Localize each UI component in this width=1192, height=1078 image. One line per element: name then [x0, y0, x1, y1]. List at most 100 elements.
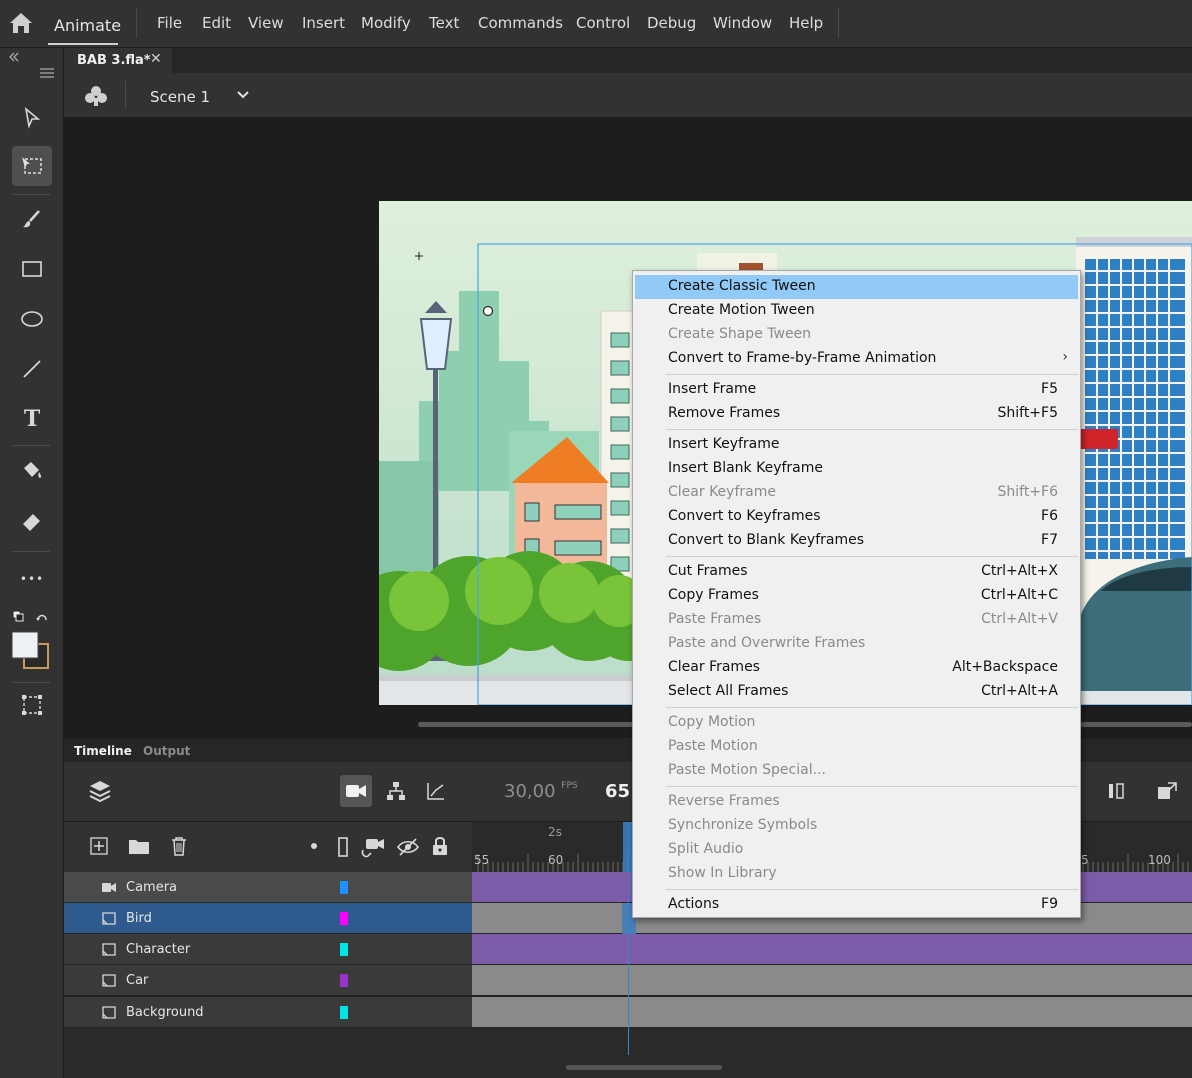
layer-row-bird[interactable]: Bird: [64, 903, 472, 934]
layer-row-character[interactable]: Character: [64, 934, 472, 965]
ruler-number: 100: [1148, 853, 1171, 867]
menu-text[interactable]: Text: [429, 14, 459, 32]
highlight-layers-icon[interactable]: [310, 842, 318, 850]
layer-color-swatch[interactable]: [340, 881, 348, 894]
menu-help[interactable]: Help: [789, 14, 823, 32]
layer-name[interactable]: Camera: [126, 880, 177, 895]
layer-color-swatch[interactable]: [340, 912, 348, 925]
tab-output[interactable]: Output: [143, 744, 190, 758]
menu-item-create-classic-tween[interactable]: Create Classic Tween: [635, 275, 1078, 299]
edit-symbol-icon[interactable]: [84, 84, 108, 108]
frame-span-car[interactable]: [472, 965, 1192, 996]
camera-layer-icon: [102, 883, 116, 892]
menu-debug[interactable]: Debug: [647, 14, 696, 32]
layer-row-background[interactable]: Background: [64, 997, 472, 1028]
menu-file[interactable]: File: [157, 14, 182, 32]
stage-horizontal-scrollbar-track[interactable]: [1080, 722, 1192, 727]
lock-layers-icon[interactable]: [431, 835, 449, 857]
line-tool[interactable]: [12, 349, 52, 389]
layer-color-swatch[interactable]: [340, 943, 348, 956]
close-tab-icon[interactable]: ✕: [150, 51, 162, 67]
timeline-options-icon[interactable]: [1106, 781, 1128, 801]
menu-item-label: Insert Keyframe: [668, 436, 780, 452]
menu-item-insert-keyframe[interactable]: Insert Keyframe: [635, 433, 1078, 457]
document-tab[interactable]: BAB 3.fla* ✕: [64, 48, 172, 73]
menu-item-shortcut: Ctrl+Alt+A: [981, 683, 1058, 699]
menu-view[interactable]: View: [248, 14, 284, 32]
menu-window[interactable]: Window: [713, 14, 772, 32]
new-layer-icon[interactable]: [90, 837, 108, 855]
menu-item-paste-frames: Paste Frames Ctrl+Alt+V: [635, 608, 1078, 632]
free-transform-tool[interactable]: [12, 146, 52, 186]
timeline-horizontal-scrollbar[interactable]: [566, 1065, 722, 1070]
layer-row-camera[interactable]: Camera: [64, 872, 472, 903]
menu-item-copy-frames[interactable]: Copy Frames Ctrl+Alt+C: [635, 584, 1078, 608]
collapse-panel-icon[interactable]: [8, 52, 20, 62]
menu-insert[interactable]: Insert: [302, 14, 345, 32]
menu-item-label: Show In Library: [668, 865, 777, 881]
brush-tool[interactable]: [12, 199, 52, 239]
layer-name[interactable]: Character: [126, 942, 190, 957]
menu-separator: [838, 8, 839, 38]
panel-menu-icon[interactable]: [40, 68, 54, 78]
hide-layers-icon[interactable]: [396, 837, 420, 857]
layer-row-car[interactable]: Car: [64, 965, 472, 996]
menu-item-label: Convert to Frame-by-Frame Animation: [668, 350, 937, 366]
graph-editor-icon[interactable]: [426, 781, 446, 801]
chevron-down-icon[interactable]: [236, 90, 250, 100]
menu-item-convert-to-frame-by-frame-animation[interactable]: Convert to Frame-by-Frame Animation ›: [635, 347, 1078, 371]
text-tool[interactable]: T: [12, 399, 52, 439]
menu-item-split-audio: Split Audio: [635, 838, 1078, 862]
selection-tool[interactable]: [12, 98, 52, 138]
outline-layers-icon[interactable]: [336, 836, 350, 858]
new-folder-icon[interactable]: [128, 837, 150, 855]
menu-separator: [666, 429, 1078, 430]
eraser-tool[interactable]: [12, 501, 52, 541]
layer-parenting-icon[interactable]: [386, 781, 406, 801]
menu-item-convert-to-blank-keyframes[interactable]: Convert to Blank Keyframes F7: [635, 529, 1078, 553]
menu-commands[interactable]: Commands: [478, 14, 563, 32]
frame-span-background[interactable]: [472, 997, 1192, 1028]
menu-item-create-motion-tween[interactable]: Create Motion Tween: [635, 299, 1078, 323]
camera-toggle-button[interactable]: [340, 775, 372, 807]
menu-item-remove-frames[interactable]: Remove Frames Shift+F5: [635, 402, 1078, 426]
oval-tool[interactable]: [12, 299, 52, 339]
menu-item-select-all-frames[interactable]: Select All Frames Ctrl+Alt+A: [635, 680, 1078, 704]
menu-item-insert-blank-keyframe[interactable]: Insert Blank Keyframe: [635, 457, 1078, 481]
layer-color-swatch[interactable]: [340, 974, 348, 987]
menu-item-actions[interactable]: Actions F9: [635, 893, 1078, 917]
menu-item-cut-frames[interactable]: Cut Frames Ctrl+Alt+X: [635, 560, 1078, 584]
rectangle-tool[interactable]: [12, 249, 52, 289]
frame-rate-display[interactable]: 30,00 FPS: [504, 781, 578, 802]
menu-item-label: Convert to Blank Keyframes: [668, 532, 865, 548]
menu-item-label: Insert Blank Keyframe: [668, 460, 824, 476]
tab-timeline[interactable]: Timeline: [74, 744, 132, 758]
more-tools-button[interactable]: •••: [12, 559, 52, 599]
paint-bucket-tool[interactable]: [12, 451, 52, 491]
ruler-number: 55: [474, 853, 490, 867]
layer-name[interactable]: Background: [126, 1005, 204, 1020]
layer-name[interactable]: Car: [126, 973, 148, 988]
layers-icon[interactable]: [88, 779, 112, 805]
delete-layer-icon[interactable]: [170, 836, 188, 856]
layer-color-swatch[interactable]: [340, 1006, 348, 1019]
stroke-fill-color-icon[interactable]: [12, 610, 52, 672]
scene-selector-label[interactable]: Scene 1: [150, 88, 210, 106]
expand-timeline-icon[interactable]: [1156, 781, 1178, 801]
playhead-line: [628, 822, 629, 1055]
frame-span-character[interactable]: [472, 934, 1192, 965]
menu-item-convert-to-keyframes[interactable]: Convert to Keyframes F6: [635, 505, 1078, 529]
menu-control[interactable]: Control: [576, 14, 630, 32]
menu-item-clear-frames[interactable]: Clear Frames Alt+Backspace: [635, 656, 1078, 680]
home-icon[interactable]: [8, 11, 34, 35]
menu-item-insert-frame[interactable]: Insert Frame F5: [635, 378, 1078, 402]
menu-edit[interactable]: Edit: [202, 14, 231, 32]
attach-camera-icon[interactable]: [360, 836, 386, 860]
text-tool-icon: T: [23, 406, 41, 432]
app-name[interactable]: Animate: [54, 16, 121, 35]
toolbar-separator: [12, 551, 50, 552]
menu-modify[interactable]: Modify: [361, 14, 411, 32]
layer-name[interactable]: Bird: [126, 911, 152, 926]
transform-tool[interactable]: [12, 685, 52, 725]
current-frame-display[interactable]: 65: [605, 781, 630, 802]
